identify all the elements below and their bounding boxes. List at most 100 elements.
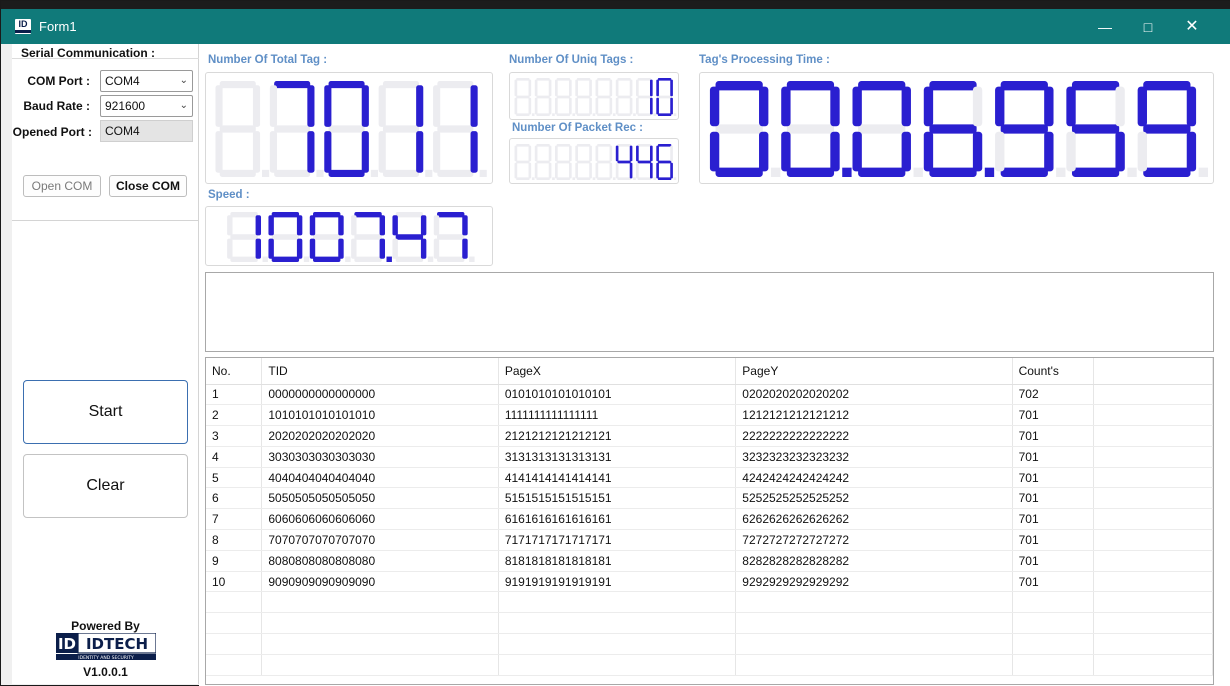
table-cell: 6060606060606060 <box>261 508 499 531</box>
column-header[interactable] <box>1093 358 1213 385</box>
table-row[interactable]: 2 1010101010101010 1111111111111111 1212121… <box>206 404 1213 427</box>
segment-c <box>901 131 911 172</box>
table-cell: 5252525252525252 <box>735 487 1013 510</box>
table-row[interactable]: 7 6060606060606060 6161616161616161 6262626… <box>206 508 1213 531</box>
segment-d <box>1000 167 1048 177</box>
table-cell <box>206 591 263 614</box>
segment-e <box>923 131 934 172</box>
segment-e <box>324 131 332 173</box>
baud-rate-select[interactable]: 921600 ⌄ <box>100 95 193 117</box>
decimal-point <box>673 113 677 116</box>
segment-g <box>556 95 571 99</box>
segment-e <box>555 97 558 115</box>
segment-c <box>416 131 424 173</box>
segment-e <box>269 131 278 173</box>
decimal-point <box>653 113 657 116</box>
log-textbox[interactable] <box>205 272 1214 352</box>
tags-table[interactable]: No. TID PageX PageY Count's 1 000000000000000… <box>205 357 1214 685</box>
segment-c <box>830 131 840 172</box>
segment-f <box>1137 86 1147 127</box>
decimal-point <box>386 256 392 262</box>
segment-f <box>656 145 659 162</box>
table-cell: 0101010101010101 <box>498 384 737 406</box>
column-header[interactable]: Count's <box>1012 358 1095 385</box>
table-cell <box>261 633 499 655</box>
segment-a <box>576 78 591 81</box>
left-panel: Serial Communication : COM Port : COM4 ⌄… <box>12 44 199 684</box>
segment-d <box>382 169 419 177</box>
segment-a <box>230 212 258 218</box>
baud-rate-label: Baud Rate : <box>23 99 90 113</box>
title-bar: ID Form1 — □ ✕ <box>1 9 1230 44</box>
segment-b <box>462 215 468 236</box>
table-cell <box>498 591 737 614</box>
segment-g <box>597 95 611 99</box>
decimal-point <box>612 177 616 180</box>
segment-e <box>781 131 791 172</box>
segment-e <box>995 131 1005 172</box>
table-cell <box>261 591 499 614</box>
segment-g <box>437 125 474 133</box>
table-row[interactable]: 1 0000000000000000 0101010101010101 0202020… <box>206 384 1213 406</box>
table-cell <box>1012 612 1095 635</box>
open-com-button[interactable]: Open COM <box>23 175 101 197</box>
clear-button[interactable]: Clear <box>23 454 188 518</box>
column-header[interactable]: No. <box>206 358 263 385</box>
segment-c <box>649 97 653 115</box>
table-row[interactable]: 10 9090909090909090 9191919191919191 929292… <box>206 571 1213 593</box>
table-cell <box>1093 384 1213 406</box>
table-row[interactable]: 4 3030303030303030 3131313131313131 3232323… <box>206 446 1213 468</box>
maximize-icon[interactable]: □ <box>1126 14 1170 40</box>
close-com-button[interactable]: Close COM <box>109 175 187 197</box>
table-row[interactable]: 6 5050505050505050 5151515151515151 5252525… <box>206 487 1213 510</box>
column-header[interactable]: PageY <box>735 358 1013 385</box>
com-port-select[interactable]: COM4 ⌄ <box>100 70 193 92</box>
decimal-point <box>572 113 576 116</box>
table-cell: 4 <box>206 446 263 468</box>
segment-g <box>271 234 300 240</box>
column-header[interactable]: PageX <box>498 358 737 385</box>
table-cell: 701 <box>1012 571 1095 593</box>
segment-b <box>629 145 633 162</box>
segment-b <box>379 215 386 236</box>
segment-e <box>433 238 440 259</box>
segment-b <box>649 145 653 162</box>
table-cell <box>1093 571 1213 593</box>
column-header[interactable]: TID <box>261 358 499 385</box>
total-tag-label: Number Of Total Tag : <box>208 54 328 66</box>
segment-e <box>575 162 578 179</box>
segment-c <box>1115 131 1125 172</box>
segment-a <box>271 212 300 218</box>
minimize-icon[interactable]: — <box>1083 14 1127 40</box>
segment-g <box>1000 124 1048 134</box>
segment-f <box>351 215 357 236</box>
decimal-point <box>370 169 378 177</box>
decimal-point <box>552 113 555 116</box>
powered-by-text: Powered By <box>71 619 140 633</box>
segment-d <box>715 167 763 177</box>
table-row[interactable]: 5 4040404040404040 4141414141414141 4242424… <box>206 467 1213 489</box>
segment-f <box>852 86 862 127</box>
table-row[interactable]: 9 8080808080808080 8181818181818181 8282828… <box>206 550 1213 572</box>
start-button[interactable]: Start <box>23 380 188 444</box>
group-divider <box>12 58 199 59</box>
table-row[interactable]: 3 2020202020202020 2121212121212121 2222222… <box>206 425 1213 447</box>
segment-b <box>568 79 572 97</box>
segment-g <box>382 125 419 133</box>
segment-g <box>328 125 365 133</box>
close-icon[interactable]: ✕ <box>1170 14 1214 40</box>
segment-c <box>296 238 303 259</box>
decimal-point <box>303 256 310 262</box>
segment-e <box>636 97 639 115</box>
table-row[interactable]: 8 7070707070707070 7171717171717171 7272727… <box>206 529 1213 551</box>
segment-b <box>548 79 552 97</box>
segment-b <box>901 86 911 127</box>
decimal-point <box>612 113 616 116</box>
table-cell: 8 <box>206 529 263 551</box>
table-cell <box>1012 591 1095 614</box>
table-cell: 7070707070707070 <box>261 529 499 551</box>
processing-time-digits <box>709 81 1209 177</box>
decimal-point <box>592 177 596 180</box>
segment-f <box>324 85 332 127</box>
segment-e <box>615 97 619 115</box>
